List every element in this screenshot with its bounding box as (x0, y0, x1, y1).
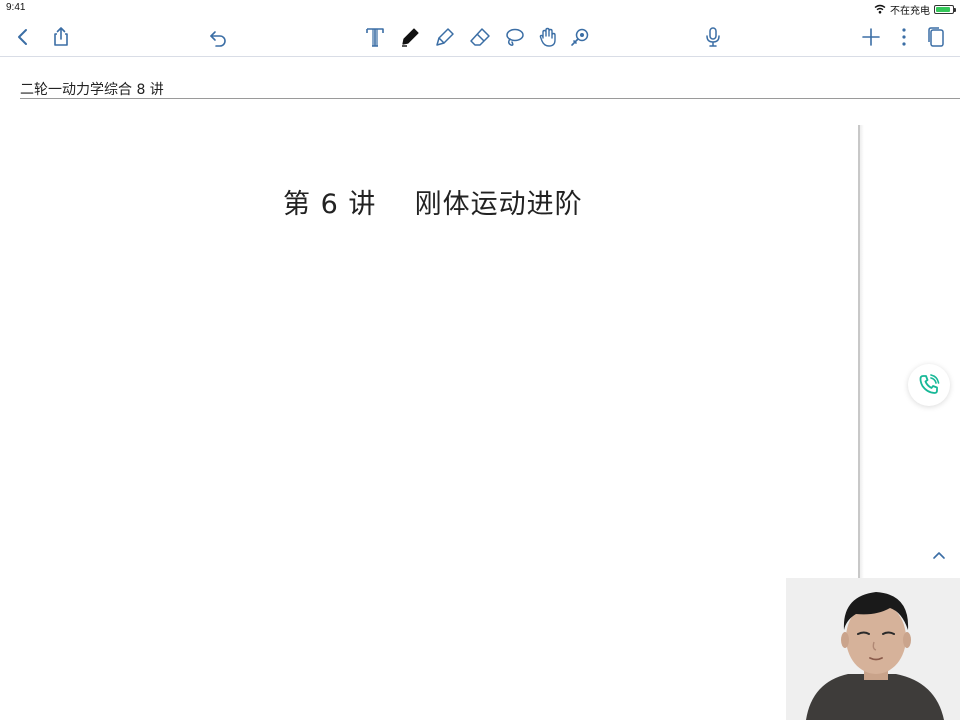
hand-tool-button[interactable] (534, 23, 562, 51)
app-window: 9:41 不在充电 二轮一动力学综合 8 讲 第 6 讲 刚体运动进阶 (0, 0, 960, 720)
presenter-image (786, 578, 960, 720)
undo-icon (210, 31, 226, 47)
eraser-tool-button[interactable] (466, 23, 494, 51)
add-button[interactable] (857, 23, 885, 51)
lasso-tool-icon (506, 28, 524, 46)
text-tool-icon (366, 28, 384, 47)
laser-tool-button[interactable] (566, 23, 594, 51)
call-button[interactable] (908, 364, 950, 406)
previous-page-button[interactable] (930, 548, 948, 562)
microphone-button[interactable] (699, 23, 727, 51)
pen-tool-icon (402, 28, 419, 47)
status-time: 9:41 (6, 2, 26, 13)
more-icon (902, 28, 906, 46)
chevron-up-icon (933, 552, 945, 559)
text-tool-button[interactable] (361, 23, 389, 51)
back-icon (18, 29, 27, 45)
share-icon (54, 27, 68, 46)
phone-icon (919, 374, 940, 394)
charging-status-text: 不在充电 (890, 5, 930, 17)
status-bar: 9:41 不在充电 (0, 0, 960, 18)
pages-icon (928, 27, 944, 47)
share-button[interactable] (47, 23, 75, 51)
pages-button[interactable] (922, 23, 950, 51)
lasso-tool-button[interactable] (500, 23, 528, 51)
battery-icon (934, 4, 956, 14)
hand-tool-icon (539, 27, 556, 47)
lecture-title: 第 6 讲 刚体运动进阶 (283, 189, 583, 220)
presenter-video (786, 578, 960, 720)
laser-tool-icon (571, 28, 589, 46)
toolbar (0, 18, 960, 57)
microphone-icon (706, 27, 720, 47)
back-button[interactable] (9, 23, 37, 51)
page-edge-shadow (860, 125, 864, 595)
wifi-icon (874, 4, 886, 14)
highlighter-tool-button[interactable] (431, 23, 459, 51)
undo-button[interactable] (204, 23, 232, 51)
page-header-text: 二轮一动力学综合 8 讲 (20, 82, 164, 98)
status-right-group: 不在充电 (874, 2, 956, 17)
more-button[interactable] (890, 23, 918, 51)
highlighter-tool-icon (436, 28, 454, 46)
add-icon (862, 28, 880, 46)
eraser-tool-icon (470, 28, 490, 46)
pen-tool-button[interactable] (396, 23, 424, 51)
page-running-header: 二轮一动力学综合 8 讲 (20, 78, 960, 99)
